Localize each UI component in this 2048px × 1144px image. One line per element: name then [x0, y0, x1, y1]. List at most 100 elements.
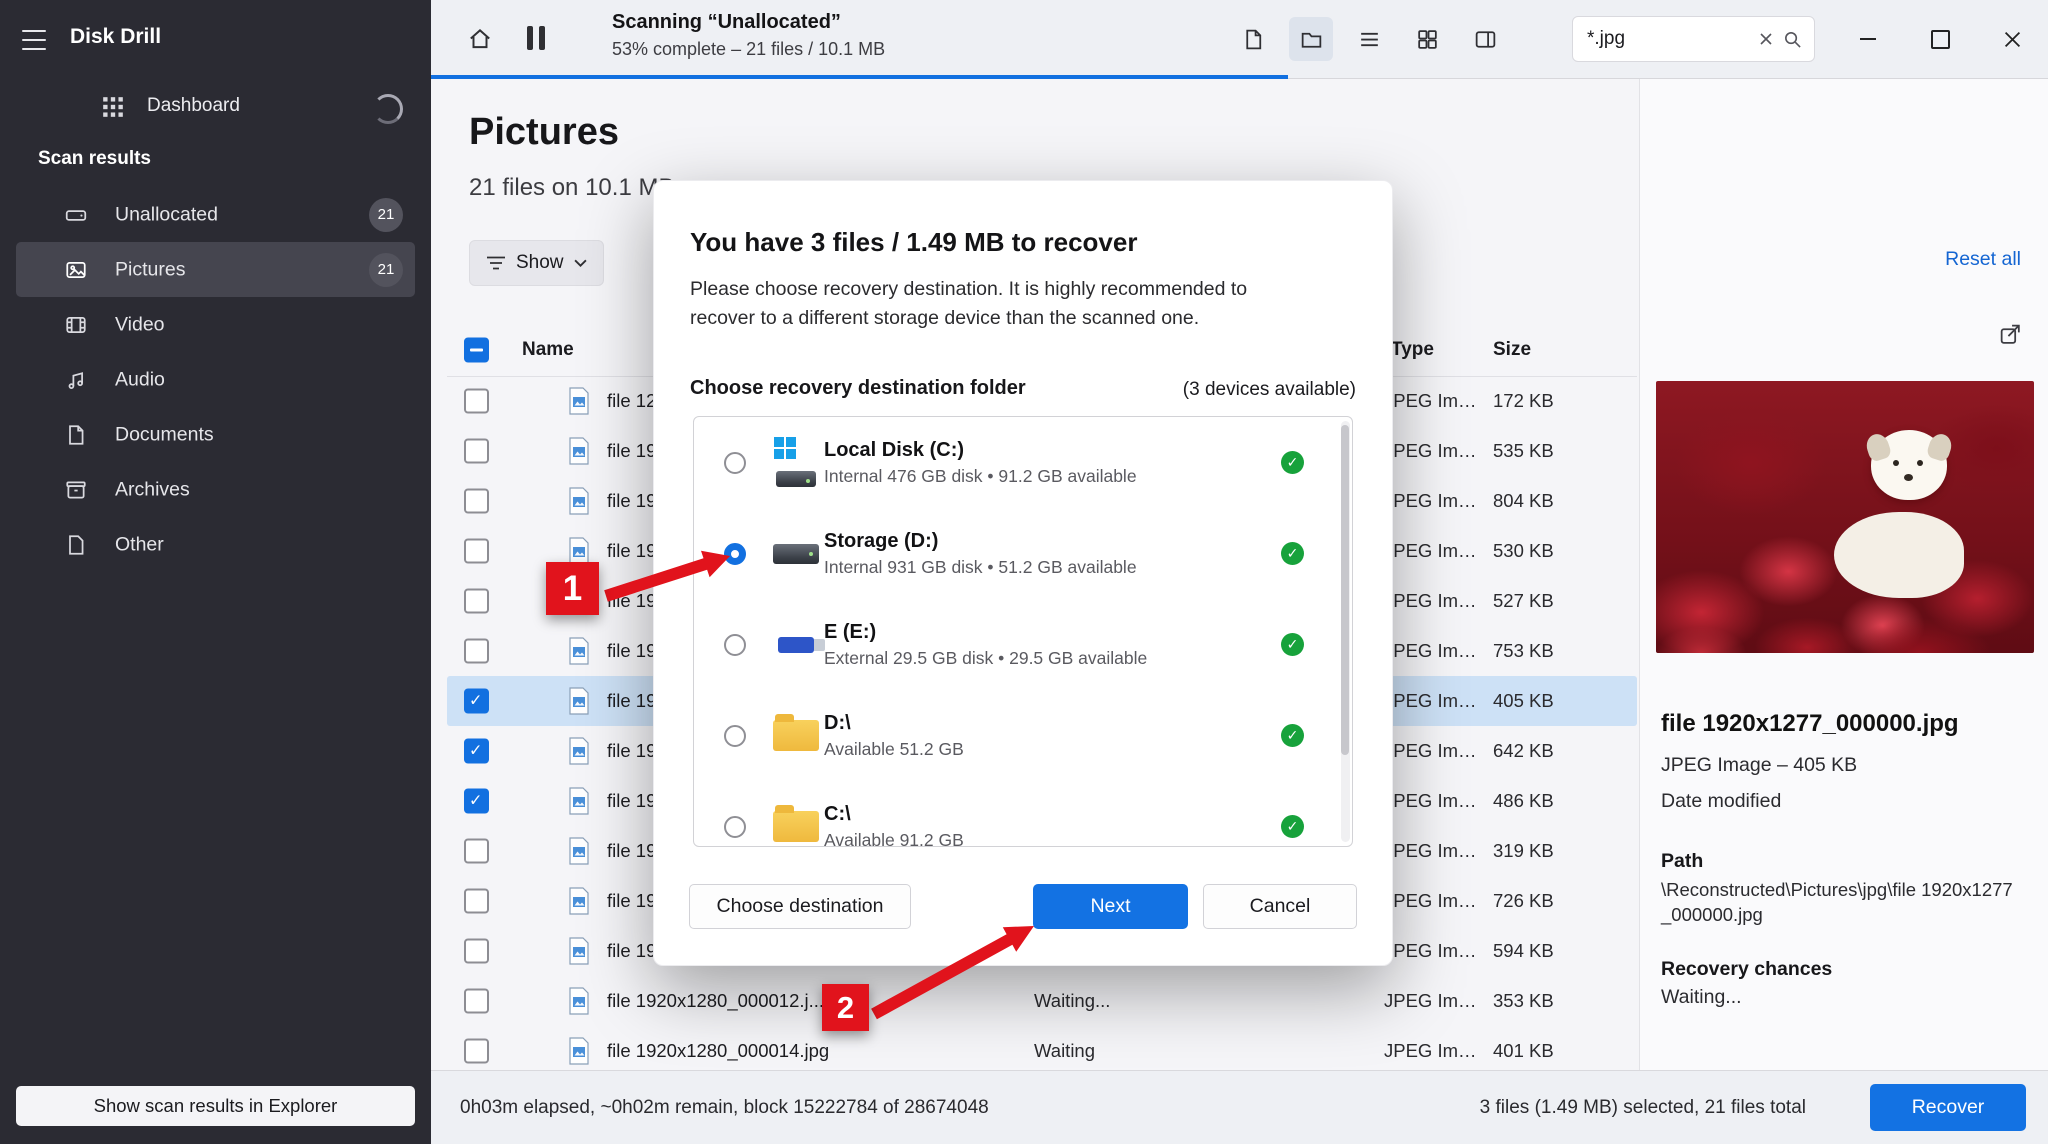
sidebar-item-archives[interactable]: Archives [16, 462, 415, 517]
column-header-size[interactable]: Size [1493, 339, 1531, 361]
image-file-icon [567, 737, 591, 765]
device-option-storage-d[interactable]: Storage (D:) Internal 931 GB disk • 51.2… [694, 508, 1352, 599]
radio-button[interactable] [724, 542, 746, 565]
device-option-folder-d[interactable]: D:\ Available 51.2 GB [694, 690, 1352, 781]
open-external-icon[interactable] [1998, 322, 2023, 347]
grid-view-icon[interactable] [1405, 17, 1449, 61]
image-file-icon [567, 837, 591, 865]
file-type: JPEG Image [1384, 890, 1480, 911]
list-view-icon[interactable] [1347, 17, 1391, 61]
pause-scan-icon[interactable] [527, 26, 545, 50]
row-checkbox[interactable] [464, 438, 489, 464]
sidebar-item-label: Other [115, 533, 164, 555]
file-type: JPEG Image [1384, 590, 1480, 611]
file-type: JPEG Image [1384, 940, 1480, 961]
row-checkbox[interactable] [464, 788, 489, 814]
row-checkbox[interactable] [464, 538, 489, 564]
device-name: E (E:) [824, 620, 877, 643]
sidebar-item-pictures[interactable]: Pictures 21 [16, 242, 415, 297]
annotation-step-2: 2 [822, 984, 869, 1031]
folder-view-icon[interactable] [1289, 17, 1333, 61]
row-checkbox[interactable] [464, 838, 489, 864]
dashboard-grid-icon [101, 95, 125, 119]
device-option-folder-c[interactable]: C:\ Available 91.2 GB [694, 781, 1352, 846]
file-view-icon[interactable] [1231, 17, 1275, 61]
show-filter-button[interactable]: Show [469, 240, 604, 286]
pictures-icon [64, 258, 88, 282]
scrollbar-thumb[interactable] [1341, 425, 1349, 755]
scan-results-heading: Scan results [38, 148, 151, 169]
sidebar-item-dashboard[interactable]: Dashboard [0, 84, 431, 130]
clear-search-icon[interactable] [1759, 32, 1773, 46]
row-checkbox[interactable] [464, 1038, 489, 1064]
file-size: 172 KB [1493, 390, 1554, 411]
device-details: External 29.5 GB disk • 29.5 GB availabl… [824, 647, 1148, 668]
column-header-name[interactable]: Name [522, 339, 574, 361]
sidebar-item-label: Documents [115, 423, 214, 445]
sidebar-item-video[interactable]: Video [16, 297, 415, 352]
image-file-icon [567, 637, 591, 665]
table-row[interactable]: file 1920x1280_000012.j... Waiting... JP… [447, 976, 1637, 1026]
radio-button[interactable] [724, 633, 746, 656]
column-header-type[interactable]: Type [1391, 339, 1434, 361]
recover-button[interactable]: Recover [1870, 1084, 2026, 1131]
file-size: 594 KB [1493, 940, 1554, 961]
row-checkbox[interactable] [464, 888, 489, 914]
file-type: JPEG Image [1384, 790, 1480, 811]
next-button[interactable]: Next [1033, 884, 1188, 929]
row-checkbox[interactable] [464, 488, 489, 514]
search-input[interactable] [1585, 27, 1749, 51]
file-name: file 19 [607, 790, 657, 811]
preview-panel-toggle-icon[interactable] [1463, 17, 1507, 61]
file-size: 486 KB [1493, 790, 1554, 811]
sidebar-item-label: Pictures [115, 258, 186, 280]
row-checkbox[interactable] [464, 988, 489, 1014]
scan-title: Scanning “Unallocated” [612, 11, 841, 33]
file-type: JPEG Image [1384, 990, 1480, 1011]
show-in-explorer-button[interactable]: Show scan results in Explorer [16, 1086, 415, 1126]
close-button[interactable] [1976, 0, 2048, 78]
home-icon[interactable] [467, 26, 493, 52]
minimize-button[interactable] [1832, 0, 1904, 78]
radio-button[interactable] [724, 724, 746, 747]
reset-all-link[interactable]: Reset all [1945, 248, 2021, 271]
sidebar-item-documents[interactable]: Documents [16, 407, 415, 462]
device-details: Internal 931 GB disk • 51.2 GB available [824, 556, 1137, 577]
row-checkbox[interactable] [464, 588, 489, 614]
select-all-checkbox[interactable] [464, 337, 489, 362]
maximize-button[interactable] [1904, 0, 1976, 78]
file-name: file 19 [607, 640, 657, 661]
search-icon[interactable] [1783, 30, 1802, 49]
sidebar-item-audio[interactable]: Audio [16, 352, 415, 407]
row-checkbox[interactable] [464, 738, 489, 764]
windows-drive-icon [768, 436, 824, 489]
device-name: Local Disk (C:) [824, 438, 965, 461]
row-checkbox[interactable] [464, 388, 489, 414]
device-details: Internal 476 GB disk • 91.2 GB available [824, 465, 1137, 486]
preview-image[interactable] [1656, 381, 2034, 653]
file-type: JPEG Image [1384, 640, 1480, 661]
row-checkbox[interactable] [464, 938, 489, 964]
image-file-icon [567, 1037, 591, 1065]
file-size: 726 KB [1493, 890, 1554, 911]
sidebar-item-other[interactable]: Other [16, 517, 415, 572]
row-checkbox[interactable] [464, 688, 489, 714]
menu-icon[interactable] [22, 28, 46, 52]
cancel-button[interactable]: Cancel [1203, 884, 1357, 929]
file-size: 642 KB [1493, 740, 1554, 761]
radio-button[interactable] [724, 451, 746, 474]
image-file-icon [567, 987, 591, 1015]
sidebar-item-label: Video [115, 313, 165, 335]
sidebar-item-unallocated[interactable]: Unallocated 21 [16, 187, 415, 242]
devices-available-text: (3 devices available) [1182, 379, 1356, 400]
device-option-local-disk-c[interactable]: Local Disk (C:) Internal 476 GB disk • 9… [694, 417, 1352, 508]
row-checkbox[interactable] [464, 638, 489, 664]
device-option-e[interactable]: E (E:) External 29.5 GB disk • 29.5 GB a… [694, 599, 1352, 690]
dashboard-label: Dashboard [147, 95, 240, 116]
choose-destination-button[interactable]: Choose destination [689, 884, 911, 929]
app-title: Disk Drill [70, 25, 162, 48]
table-row[interactable]: file 1920x1280_000014.jpg Waiting JPEG I… [447, 1026, 1637, 1071]
path-label: Path [1661, 850, 1704, 872]
radio-button[interactable] [724, 815, 746, 838]
preview-panel: Reset all file 1920x1277_000000.jpg JPEG… [1639, 78, 2048, 1071]
